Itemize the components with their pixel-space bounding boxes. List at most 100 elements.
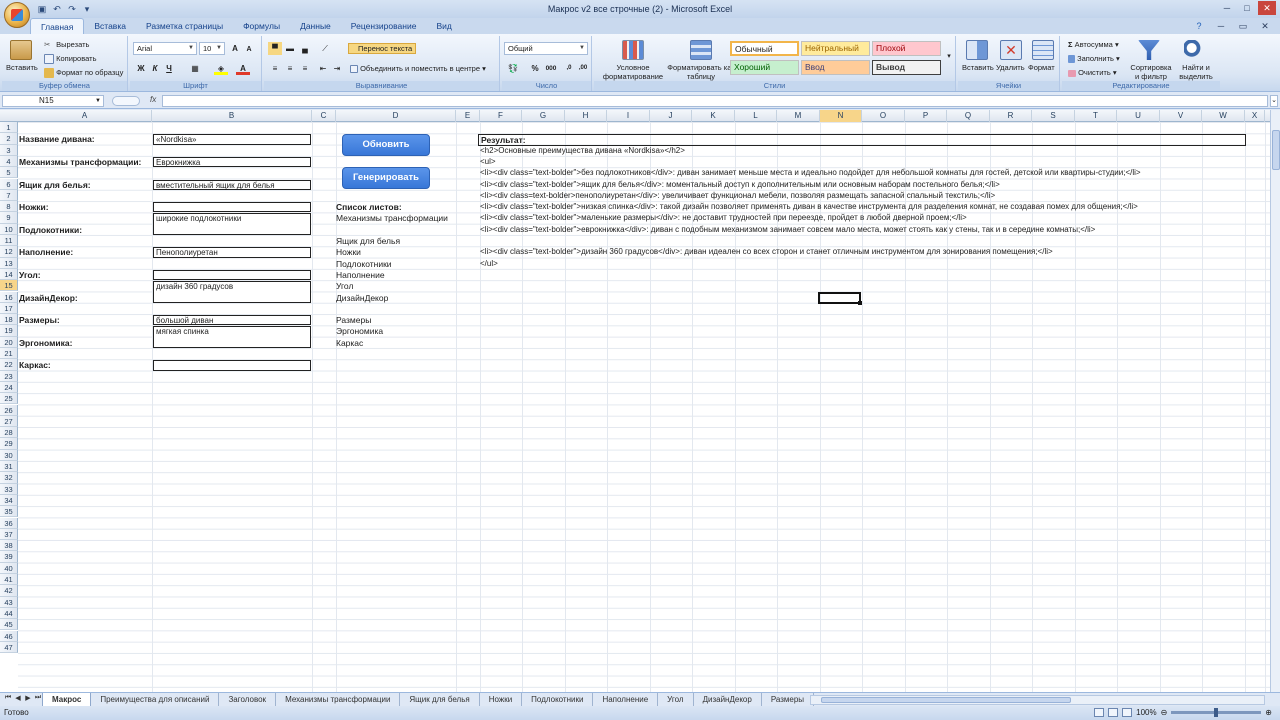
row-header-17[interactable]: 17 [0,302,18,315]
row-header-47[interactable]: 47 [0,641,18,654]
column-header-b[interactable]: B [152,110,312,122]
column-header-t[interactable]: T [1075,110,1117,122]
fill-color-icon[interactable]: ◈ [214,62,228,75]
insert-cells-button[interactable]: Вставить [962,63,994,72]
sheet-tab[interactable]: Механизмы трансформации [276,693,401,707]
active-cell-cursor[interactable] [818,292,862,305]
number-format-select[interactable]: Общий ▼ [504,42,588,55]
format-as-table-button[interactable]: Форматировать как таблицу [666,63,736,81]
maximize-icon[interactable]: □ [1238,1,1256,15]
form-value-field[interactable]: дизайн 360 градусов [153,281,311,303]
row-header-5[interactable]: 5 [0,167,18,179]
zoom-out-icon[interactable]: ⊖ [1161,708,1168,717]
clear-button[interactable]: Очистить ▾ [1068,68,1117,77]
help-icon[interactable]: ? [1190,19,1208,33]
font-color-icon[interactable]: A [236,62,250,75]
insert-cells-icon[interactable] [966,40,988,60]
office-button[interactable] [4,2,30,28]
sort-filter-button[interactable]: Сортировка и фильтр [1128,63,1174,81]
page-layout-view-icon[interactable] [1108,708,1119,717]
column-header-c[interactable]: C [312,110,336,122]
row-header-21[interactable]: 21 [0,348,18,360]
sheet-tab[interactable]: Заголовок [219,693,277,707]
minimize-icon[interactable]: ─ [1218,1,1236,15]
insert-function-icon[interactable]: fx [150,95,156,104]
doc-restore-icon[interactable]: ▭ [1234,19,1252,33]
form-value-field[interactable]: большой диван [153,315,311,326]
row-header-12[interactable]: 12 [0,246,18,258]
find-select-button[interactable]: Найти и выделить [1174,63,1218,81]
row-header-39[interactable]: 39 [0,551,18,563]
doc-close-icon[interactable]: ✕ [1256,19,1274,33]
row-header-26[interactable]: 26 [0,404,18,416]
sheet-tab[interactable]: Угол [658,693,694,707]
style-neutral[interactable]: Нейтральный [801,41,870,56]
font-size-select[interactable]: 10 ▼ [199,42,225,55]
row-header-36[interactable]: 36 [0,517,18,529]
sort-filter-icon[interactable] [1138,40,1160,60]
row-header-18[interactable]: 18 [0,314,18,326]
refresh-button[interactable]: Обновить [342,134,430,156]
row-header-46[interactable]: 46 [0,630,18,642]
conditional-formatting-icon[interactable] [622,40,644,60]
row-header-43[interactable]: 43 [0,596,18,608]
generate-button[interactable]: Генерировать [342,167,430,189]
close-icon[interactable]: ✕ [1258,1,1276,15]
column-header-k[interactable]: K [692,110,735,122]
form-value-field[interactable]: «Nordkisa» [153,134,311,145]
column-header-p[interactable]: P [905,110,947,122]
form-value-field[interactable]: вместительный ящик для белья [153,179,311,190]
zoom-slider[interactable] [1171,708,1262,717]
shrink-font-icon[interactable]: A [242,43,256,56]
merge-center-button[interactable]: Объединить и поместить в центре ▾ [350,64,486,74]
column-header-a[interactable]: A [18,110,152,122]
zoom-in-icon[interactable]: ⊕ [1265,708,1272,717]
form-value-field[interactable]: широкие подлокотники [153,213,311,235]
autosum-button[interactable]: Σ Автосумма ▾ [1068,40,1119,49]
column-header-j[interactable]: J [650,110,692,122]
sheet-tab[interactable]: Макрос [42,693,92,707]
row-header-37[interactable]: 37 [0,528,18,541]
column-header-v[interactable]: V [1160,110,1202,122]
normal-view-icon[interactable] [1094,708,1105,717]
zoom-slider-knob[interactable] [1214,708,1219,717]
row-header-29[interactable]: 29 [0,438,18,450]
column-header-x[interactable]: X [1245,110,1265,122]
style-normal[interactable]: Обычный [730,41,799,56]
format-cells-icon[interactable] [1032,40,1054,60]
column-header-g[interactable]: G [522,110,565,122]
align-middle-icon[interactable]: ▬ [283,42,297,55]
sheet-tab[interactable]: Ножки [480,693,523,707]
doc-minimize-icon[interactable]: ─ [1212,19,1230,33]
align-right-icon[interactable]: ≡ [298,62,312,75]
zoom-level[interactable]: 100% [1136,708,1156,717]
style-bad[interactable]: Плохой [872,41,941,56]
style-good[interactable]: Хороший [730,60,799,75]
row-header-10[interactable]: 10 [0,223,18,235]
form-value-field[interactable] [153,202,311,213]
name-box[interactable]: N15 ▼ [2,95,104,107]
column-header-s[interactable]: S [1032,110,1075,122]
form-value-field[interactable] [153,269,311,281]
delete-cells-icon[interactable]: ✕ [1000,40,1022,60]
format-as-table-icon[interactable] [690,40,712,60]
column-header-d[interactable]: D [336,110,456,122]
row-header-33[interactable]: 33 [0,483,18,495]
sheet-tab[interactable]: Преимущества для описаний [91,693,220,707]
sheet-tab[interactable]: Размеры [762,693,815,707]
tab-insert[interactable]: Вставка [84,18,136,34]
row-header-22[interactable]: 22 [0,359,18,371]
indent-decrease-icon[interactable]: ⇤ [316,62,330,75]
column-header-m[interactable]: M [777,110,820,122]
column-header-o[interactable]: O [862,110,905,122]
vertical-scrollbar[interactable] [1270,110,1280,692]
cut-button[interactable]: ✂ Вырезать [44,40,89,50]
row-header-2[interactable]: 2 [0,133,18,145]
form-value-field[interactable]: Еврокнижка [153,156,311,168]
row-header-11[interactable]: 11 [0,235,18,247]
column-header-l[interactable]: L [735,110,777,122]
expand-formula-icon[interactable]: ⌄ [1270,95,1278,107]
column-header-h[interactable]: H [565,110,607,122]
row-header-44[interactable]: 44 [0,607,18,620]
tab-page-layout[interactable]: Разметка страницы [136,18,233,34]
